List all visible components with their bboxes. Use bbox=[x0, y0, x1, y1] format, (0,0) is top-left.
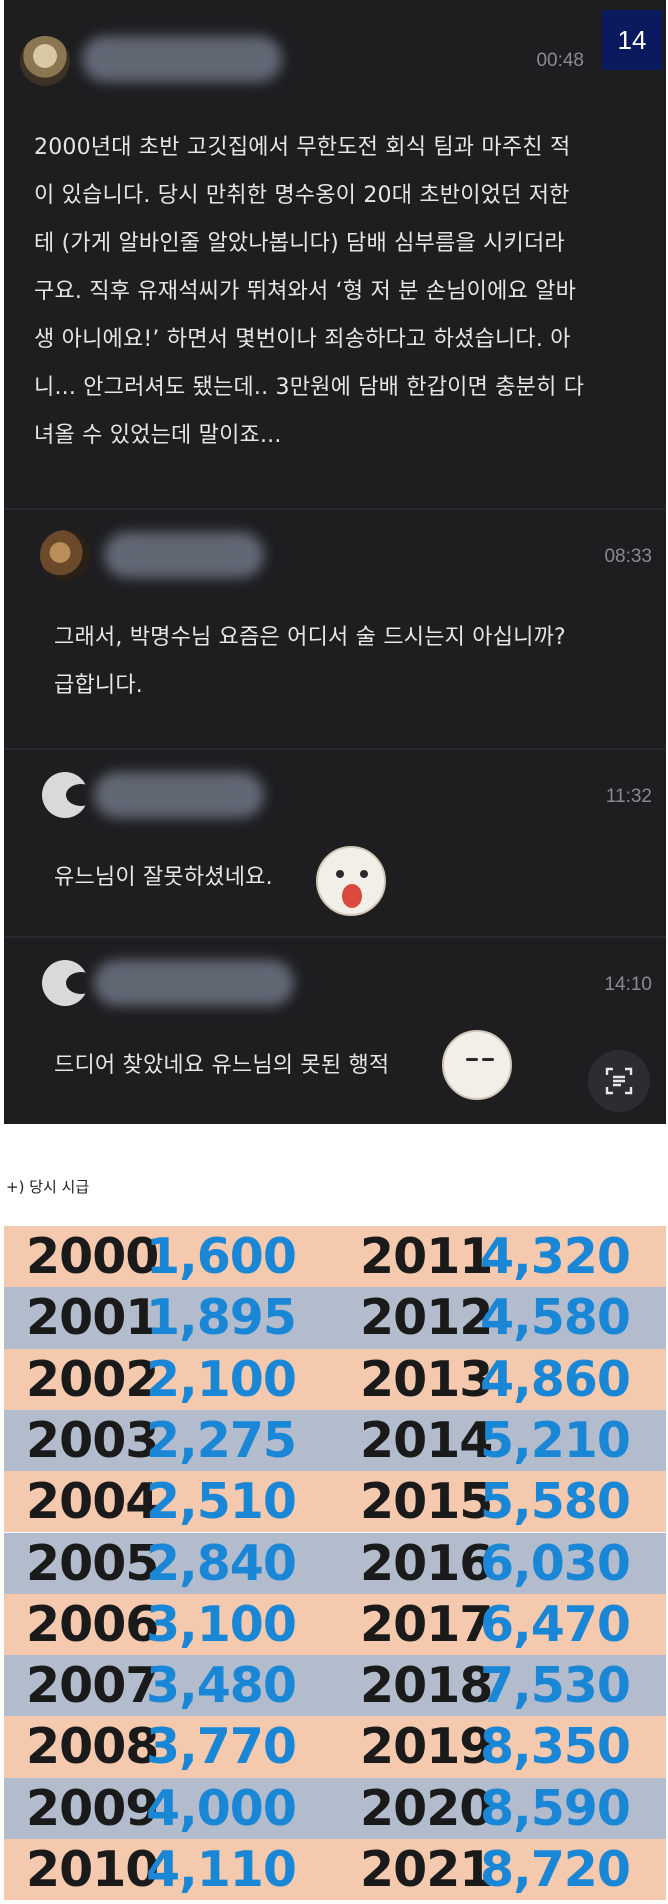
year-cell: 2017 bbox=[360, 1595, 493, 1653]
year-cell: 2021 bbox=[360, 1841, 493, 1898]
year-cell: 2014 bbox=[360, 1411, 493, 1469]
username-redacted bbox=[104, 532, 264, 578]
wage-row: 2000 1,600 2011 4,320 bbox=[4, 1226, 666, 1288]
comments-panel: 00:48 14 2000년대 초반 고깃집에서 무한도전 회식 팀과 마주친 … bbox=[4, 0, 666, 1124]
wage-cell: 1,600 bbox=[146, 1228, 297, 1285]
year-cell: 2004 bbox=[26, 1473, 159, 1531]
comment-line: 테 (가게 알바인줄 알았나봅니다) 담배 심부름을 시키더라 bbox=[34, 231, 565, 256]
year-cell: 2007 bbox=[26, 1657, 159, 1715]
year-cell: 2013 bbox=[360, 1350, 493, 1408]
comment-line: 이 있습니다. 당시 만취한 명수옹이 20대 초반이었던 저한 bbox=[34, 183, 570, 208]
wage-row: 2008 3,770 2019 8,350 bbox=[4, 1716, 666, 1778]
year-cell: 2001 bbox=[26, 1289, 159, 1347]
wage-cell: 4,000 bbox=[146, 1779, 297, 1837]
text-scan-icon bbox=[605, 1067, 633, 1095]
wage-row: 2007 3,480 2018 7,530 bbox=[4, 1655, 666, 1717]
comment-2: 08:33 그래서, 박명수님 요즘은 어디서 술 드시는지 아십니까? 급합니… bbox=[4, 510, 666, 748]
year-cell: 2008 bbox=[26, 1718, 159, 1776]
year-cell: 2016 bbox=[360, 1534, 493, 1592]
comment-time: 08:33 bbox=[604, 546, 652, 567]
wage-cell: 6,030 bbox=[480, 1534, 631, 1592]
comment-line: 구요. 직후 유재석씨가 뛰쳐와서 ‘형 저 분 손님이에요 알바 bbox=[34, 279, 577, 304]
wage-cell: 5,210 bbox=[480, 1411, 631, 1469]
comment-4: 14:10 드디어 찾았네요 유느님의 못된 행적 bbox=[4, 938, 666, 1124]
wage-cell: 3,100 bbox=[146, 1595, 297, 1653]
wage-cell: 4,580 bbox=[480, 1289, 631, 1347]
wage-cell: 7,530 bbox=[480, 1657, 631, 1715]
comment-time: 14:10 bbox=[604, 974, 652, 995]
sticker-eye bbox=[360, 870, 368, 878]
comment-body: 드디어 찾았네요 유느님의 못된 행적 bbox=[54, 1042, 389, 1090]
wage-cell: 6,470 bbox=[480, 1595, 631, 1653]
sticker-eye bbox=[482, 1058, 494, 1061]
year-cell: 2009 bbox=[26, 1779, 159, 1837]
text-scan-button[interactable] bbox=[588, 1050, 650, 1112]
comment-number-badge: 14 bbox=[602, 10, 662, 70]
wage-cell: 2,275 bbox=[146, 1411, 297, 1469]
wage-cell: 4,110 bbox=[146, 1841, 297, 1898]
year-cell: 2003 bbox=[26, 1411, 159, 1469]
sticker-eye bbox=[336, 870, 344, 878]
angry-cat-sticker bbox=[442, 1030, 512, 1100]
wage-cell: 2,510 bbox=[146, 1473, 297, 1531]
comment-time: 00:48 bbox=[536, 50, 584, 71]
year-cell: 2015 bbox=[360, 1473, 493, 1531]
wage-cell: 8,350 bbox=[480, 1718, 631, 1776]
wage-cell: 1,895 bbox=[146, 1289, 297, 1347]
year-cell: 2000 bbox=[26, 1228, 159, 1285]
year-cell: 2018 bbox=[360, 1657, 493, 1715]
year-cell: 2020 bbox=[360, 1779, 493, 1837]
comment-line: 그래서, 박명수님 요즘은 어디서 술 드시는지 아십니까? bbox=[54, 625, 566, 650]
avatar[interactable] bbox=[40, 530, 90, 580]
caption: +) 당시 시급 bbox=[6, 1178, 90, 1196]
sticker-mouth bbox=[342, 884, 362, 908]
comment-body: 2000년대 초반 고깃집에서 무한도전 회식 팀과 마주친 적 이 있습니다.… bbox=[34, 124, 584, 460]
wage-row: 2009 4,000 2020 8,590 bbox=[4, 1777, 666, 1839]
wage-row: 2003 2,275 2014 5,210 bbox=[4, 1409, 666, 1472]
comment-line: 드디어 찾았네요 유느님의 못된 행적 bbox=[54, 1053, 390, 1078]
comment-3: 11:32 유느님이 잘못하셨네요. bbox=[4, 750, 666, 936]
comment-line: 녀올 수 있었는데 말이죠... bbox=[34, 423, 282, 448]
avatar[interactable] bbox=[40, 770, 90, 820]
year-cell: 2019 bbox=[360, 1718, 493, 1776]
avatar[interactable] bbox=[20, 36, 70, 86]
wage-cell: 8,590 bbox=[480, 1779, 631, 1837]
wage-cell: 3,480 bbox=[146, 1657, 297, 1715]
comment-line: 급합니다. bbox=[54, 673, 143, 698]
wage-row: 2002 2,100 2013 4,860 bbox=[4, 1348, 666, 1410]
year-cell: 2012 bbox=[360, 1289, 493, 1347]
username-redacted bbox=[94, 772, 264, 818]
wage-row: 2004 2,510 2015 5,580 bbox=[4, 1471, 666, 1533]
comment-1: 00:48 14 2000년대 초반 고깃집에서 무한도전 회식 팀과 마주친 … bbox=[4, 0, 666, 505]
year-cell: 2011 bbox=[360, 1228, 493, 1285]
comment-time: 11:32 bbox=[605, 786, 652, 807]
comment-line: 니... 안그러셔도 됐는데.. 3만원에 담배 한갑이면 충분히 다 bbox=[34, 375, 585, 400]
wage-row: 2005 2,840 2016 6,030 bbox=[4, 1532, 666, 1594]
wage-row: 2010 4,110 2021 8,720 bbox=[4, 1839, 666, 1901]
username-redacted bbox=[94, 960, 294, 1006]
year-cell: 2010 bbox=[26, 1841, 159, 1898]
wage-cell: 4,860 bbox=[480, 1350, 631, 1408]
crying-cat-sticker bbox=[316, 846, 386, 916]
year-cell: 2002 bbox=[26, 1350, 159, 1408]
minimum-wage-table: 2000 1,600 2011 4,320 2001 1,895 2012 4,580 2002… bbox=[4, 1226, 666, 1901]
wage-row: 2001 1,895 2012 4,580 bbox=[4, 1287, 666, 1349]
wage-cell: 8,720 bbox=[480, 1841, 631, 1898]
wage-cell: 5,580 bbox=[480, 1473, 631, 1531]
comment-line: 생 아니에요!’ 하면서 몇번이나 죄송하다고 하셨습니다. 아 bbox=[34, 327, 571, 352]
comment-body: 그래서, 박명수님 요즘은 어디서 술 드시는지 아십니까? 급합니다. bbox=[54, 614, 566, 710]
wage-cell: 2,840 bbox=[146, 1534, 297, 1592]
comment-line: 2000년대 초반 고깃집에서 무한도전 회식 팀과 마주친 적 bbox=[34, 135, 571, 160]
username-redacted bbox=[82, 36, 282, 82]
sticker-eye bbox=[466, 1058, 478, 1061]
wage-row: 2006 3,100 2017 6,470 bbox=[4, 1593, 666, 1656]
year-cell: 2005 bbox=[26, 1534, 159, 1592]
comment-line: 유느님이 잘못하셨네요. bbox=[54, 865, 273, 890]
avatar[interactable] bbox=[40, 958, 90, 1008]
year-cell: 2006 bbox=[26, 1595, 159, 1653]
wage-cell: 2,100 bbox=[146, 1350, 297, 1408]
wage-cell: 4,320 bbox=[480, 1228, 631, 1285]
wage-cell: 3,770 bbox=[146, 1718, 297, 1776]
comment-body: 유느님이 잘못하셨네요. bbox=[54, 854, 273, 902]
